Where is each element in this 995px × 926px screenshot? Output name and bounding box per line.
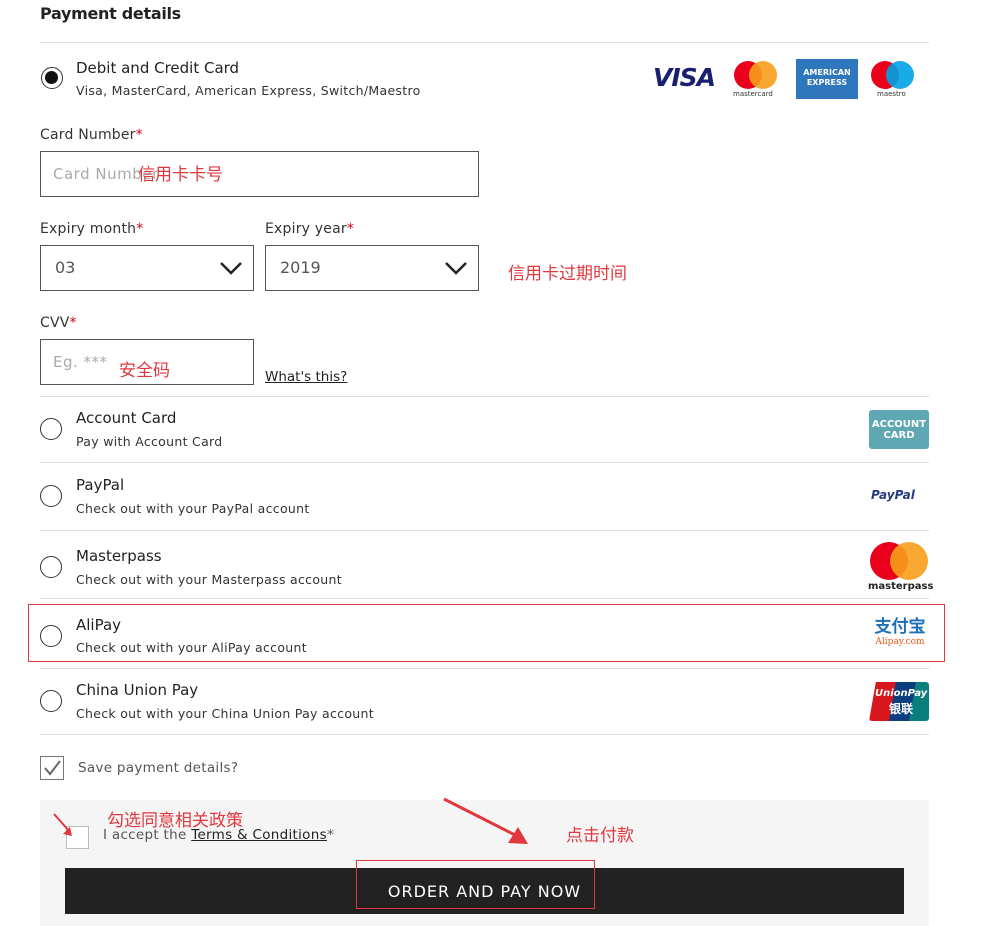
chevron-down-icon xyxy=(220,262,242,275)
annotation-arrow-icon xyxy=(53,813,72,836)
expiry-year-select[interactable]: 2019 xyxy=(265,245,479,291)
expiry-year-value: 2019 xyxy=(280,258,321,277)
option-subtitle-account-card: Pay with Account Card xyxy=(76,434,223,449)
mastercard-logo: mastercard xyxy=(731,59,781,99)
annotation-terms: 勾选同意相关政策 xyxy=(107,811,243,831)
annotation-cvv: 安全码 xyxy=(119,361,170,381)
maestro-logo: maestro xyxy=(868,59,918,99)
annotation-expiry: 信用卡过期时间 xyxy=(508,264,627,284)
radio-debit-credit-card[interactable] xyxy=(41,67,63,89)
chevron-down-icon xyxy=(445,262,467,275)
expiry-year-label: Expiry year* xyxy=(265,221,355,237)
expiry-month-value: 03 xyxy=(55,258,76,277)
annotation-card-number: 信用卡卡号 xyxy=(138,165,223,185)
order-button-highlight-box xyxy=(356,860,595,909)
masterpass-logo: masterpass xyxy=(868,541,933,593)
option-subtitle-paypal: Check out with your PayPal account xyxy=(76,501,310,516)
expiry-month-label: Expiry month* xyxy=(40,221,144,237)
annotation-arrow-icon xyxy=(443,797,528,844)
option-subtitle-alipay: Check out with your AliPay account xyxy=(76,640,307,655)
radio-masterpass[interactable] xyxy=(40,556,62,578)
checkmark-icon xyxy=(44,760,61,776)
radio-alipay[interactable] xyxy=(40,625,62,647)
option-title-account-card: Account Card xyxy=(76,409,177,427)
option-subtitle-masterpass: Check out with your Masterpass account xyxy=(76,572,342,587)
card-number-label: Card Number* xyxy=(40,127,143,143)
option-title-card: Debit and Credit Card xyxy=(76,59,240,77)
radio-account-card[interactable] xyxy=(40,418,62,440)
option-subtitle-card: Visa, MasterCard, American Express, Swit… xyxy=(76,83,421,98)
radio-paypal[interactable] xyxy=(40,485,62,507)
alipay-logo: 支付宝 Alipay.com xyxy=(874,617,926,648)
divider xyxy=(40,668,929,669)
divider xyxy=(40,598,929,599)
page-title: Payment details xyxy=(40,4,181,23)
option-subtitle-unionpay: Check out with your China Union Pay acco… xyxy=(76,706,374,721)
unionpay-logo: UnionPay 银联 xyxy=(869,682,929,721)
expiry-month-select[interactable]: 03 xyxy=(40,245,254,291)
visa-logo: VISA xyxy=(653,63,716,92)
card-number-input[interactable] xyxy=(40,151,479,197)
cvv-label: CVV* xyxy=(40,315,77,331)
radio-china-union-pay[interactable] xyxy=(40,690,62,712)
option-title-masterpass: Masterpass xyxy=(76,547,162,565)
account-card-logo: ACCOUNT CARD xyxy=(869,410,929,449)
divider xyxy=(40,42,929,43)
amex-logo: AMERICAN EXPRESS xyxy=(796,59,858,99)
option-title-paypal: PayPal xyxy=(76,476,125,494)
option-title-alipay: AliPay xyxy=(76,616,122,634)
save-details-checkbox[interactable] xyxy=(40,756,64,780)
whats-this-link[interactable]: What's this? xyxy=(265,369,347,385)
save-details-label: Save payment details? xyxy=(78,760,239,776)
divider xyxy=(40,396,929,397)
option-title-unionpay: China Union Pay xyxy=(76,681,199,699)
paypal-logo: PayPal xyxy=(871,488,915,502)
annotation-pay: 点击付款 xyxy=(566,826,634,846)
divider xyxy=(40,734,929,735)
divider xyxy=(40,462,929,463)
divider xyxy=(40,530,929,531)
